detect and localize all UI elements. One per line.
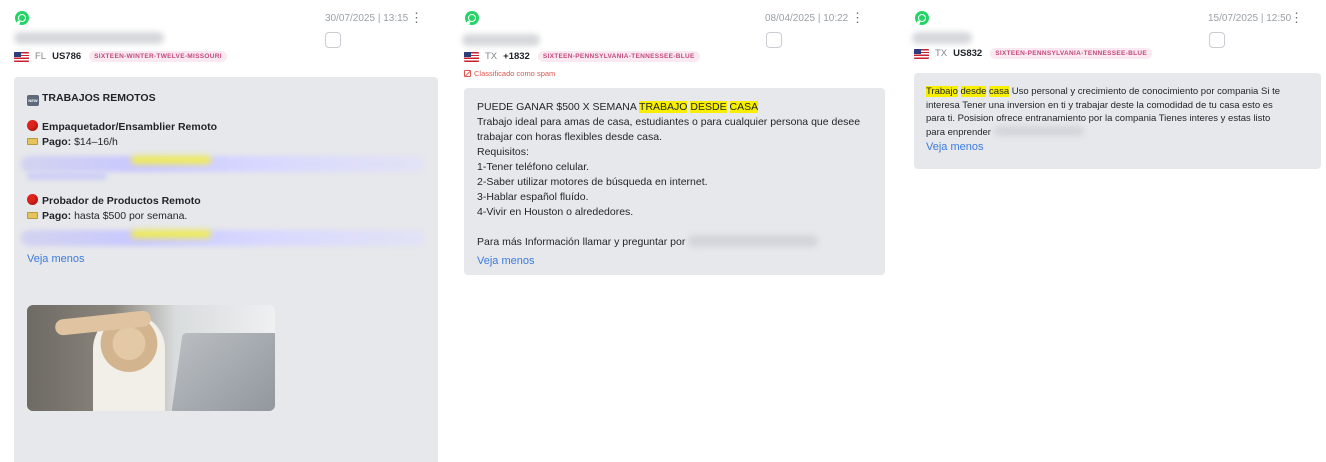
sender-meta: TX +1832 SIXTEEN-PENNSYLVANIA-TENNESSEE-… xyxy=(464,51,700,62)
message-bubble: NEW TRABAJOS REMOTOS Empaquetador/Ensambl… xyxy=(14,77,438,462)
state-code: FL xyxy=(35,51,47,62)
spam-icon xyxy=(464,70,471,77)
number-code: +1832 xyxy=(503,51,530,62)
sender-meta: TX US832 SIXTEEN-PENNSYLVANIA-TENNESSEE-… xyxy=(914,48,1153,59)
state-code: TX xyxy=(485,51,498,62)
redacted-contact xyxy=(993,125,1084,136)
sender-name-redacted xyxy=(14,32,164,44)
more-options-icon[interactable]: ⋮ xyxy=(410,10,423,26)
select-checkbox[interactable] xyxy=(325,32,341,48)
redacted-link xyxy=(21,156,425,172)
redacted-link-tail xyxy=(27,172,107,180)
message-line: 3-Hablar español fluído. xyxy=(477,191,589,203)
job-item-2: Probador de Productos Remoto Pago: hasta… xyxy=(21,194,425,246)
money-icon xyxy=(27,212,38,219)
red-circle-icon xyxy=(27,194,38,205)
see-less-link[interactable]: Veja menos xyxy=(27,252,84,267)
attached-image[interactable] xyxy=(27,305,275,411)
whatsapp-icon xyxy=(465,11,479,25)
message-title: NEW TRABAJOS REMOTOS xyxy=(27,92,156,106)
number-code: US832 xyxy=(953,48,983,59)
us-flag-icon xyxy=(914,48,929,59)
money-icon xyxy=(27,138,38,145)
more-options-icon[interactable]: ⋮ xyxy=(851,10,864,26)
timestamp: 08/04/2025 | 10:22 xyxy=(765,13,849,24)
timestamp: 15/07/2025 | 12:50 xyxy=(1208,13,1292,24)
timestamp: 30/07/2025 | 13:15 xyxy=(325,13,409,24)
message-line: PUEDE GANAR $500 X SEMANA TRABAJO DESDE … xyxy=(477,101,759,113)
message-line: Trabajo ideal para amas de casa, estudia… xyxy=(477,116,861,128)
message-line: para enprender xyxy=(926,125,1309,140)
sender-name-redacted xyxy=(462,34,540,46)
spam-label: Classificado como spam xyxy=(464,69,555,78)
select-checkbox[interactable] xyxy=(1209,32,1225,48)
see-less-link[interactable]: Veja menos xyxy=(477,254,534,269)
message-line: para ti. Posision ofrece entranamiento p… xyxy=(926,113,1271,124)
redacted-contact xyxy=(688,235,819,247)
message-line: trabajar con horas flexibles desde casa. xyxy=(477,131,663,143)
message-line: interesa Tener una inversion en ti y tra… xyxy=(926,99,1273,111)
red-circle-icon xyxy=(27,120,38,131)
us-flag-icon xyxy=(464,51,479,62)
sender-name-redacted xyxy=(912,32,972,44)
sender-meta: FL US786 SIXTEEN-WINTER-TWELVE-MISSOURI xyxy=(14,51,227,62)
us-flag-icon xyxy=(14,51,29,62)
message-line: Para más Información llamar y preguntar … xyxy=(477,235,872,250)
campaign-tag: SIXTEEN-PENNSYLVANIA-TENNESSEE-BLUE xyxy=(990,48,1153,59)
number-code: US786 xyxy=(52,51,82,62)
campaign-tag: SIXTEEN-PENNSYLVANIA-TENNESSEE-BLUE xyxy=(537,51,700,62)
message-line: 2-Saber utilizar motores de búsqueda en … xyxy=(477,176,708,188)
message-line: Trabajo desde casa Uso personal y crecim… xyxy=(926,86,1280,97)
message-bubble: Trabajo desde casa Uso personal y crecim… xyxy=(914,73,1321,169)
job-item-1: Empaquetador/Ensamblier Remoto Pago: $14… xyxy=(21,120,425,180)
see-less-link[interactable]: Veja menos xyxy=(926,141,983,155)
state-code: TX xyxy=(935,48,948,59)
message-line: 1-Tener teléfono celular. xyxy=(477,161,590,173)
message-bubble: PUEDE GANAR $500 X SEMANA TRABAJO DESDE … xyxy=(464,88,885,275)
more-options-icon[interactable]: ⋮ xyxy=(1290,10,1303,26)
whatsapp-icon xyxy=(915,11,929,25)
select-checkbox[interactable] xyxy=(766,32,782,48)
message-line: 4-Vivir en Houston o alrededores. xyxy=(477,206,634,218)
campaign-tag: SIXTEEN-WINTER-TWELVE-MISSOURI xyxy=(89,51,227,62)
new-icon: NEW xyxy=(27,95,39,106)
message-line: Requisitos: xyxy=(477,146,529,158)
whatsapp-icon xyxy=(15,11,29,25)
redacted-link xyxy=(21,230,425,246)
